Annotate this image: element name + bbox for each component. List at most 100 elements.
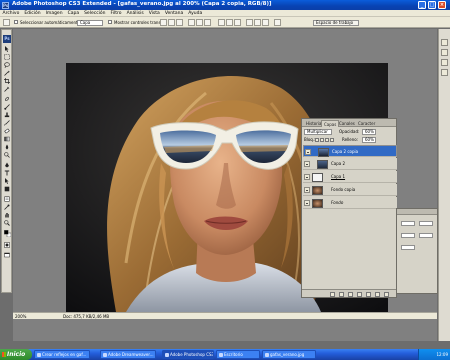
path-selection-tool-icon[interactable] (4, 178, 10, 184)
panel-field[interactable] (401, 221, 415, 226)
menu-layer[interactable]: Capa (65, 10, 82, 17)
menu-view[interactable]: Vista (146, 10, 162, 17)
visibility-eye-icon[interactable] (304, 174, 310, 180)
marquee-tool-icon[interactable] (4, 54, 10, 60)
zoom-tool-icon[interactable] (4, 220, 10, 226)
blend-mode-dropdown[interactable]: Multiplicar (304, 129, 332, 135)
new-group-icon[interactable] (366, 291, 371, 297)
layer-style-icon[interactable] (339, 291, 344, 297)
distribute-bottom-icon[interactable] (234, 19, 241, 26)
clone-stamp-tool-icon[interactable] (4, 112, 10, 118)
gradient-tool-icon[interactable] (4, 136, 10, 142)
layer-row-fondo[interactable]: Fondo (303, 197, 397, 209)
trash-icon[interactable] (384, 291, 389, 297)
panel-field[interactable] (419, 221, 433, 226)
move-tool-icon[interactable] (3, 19, 10, 26)
align-bottom-icon[interactable] (176, 19, 183, 26)
maximize-button[interactable]: □ (428, 1, 436, 9)
align-left-icon[interactable] (188, 19, 195, 26)
move-tool-icon[interactable] (4, 46, 10, 52)
layer-row-capa-1[interactable]: Capa 1 (303, 171, 397, 183)
crop-tool-icon[interactable] (4, 78, 10, 84)
quick-mask-icon[interactable] (4, 242, 10, 248)
zoom-level[interactable]: 200% (15, 314, 26, 319)
menu-file[interactable]: Archivo (0, 10, 22, 17)
pen-tool-icon[interactable] (4, 162, 10, 168)
history-brush-tool-icon[interactable] (4, 120, 10, 126)
panel-field[interactable] (401, 233, 415, 238)
menu-select[interactable]: Selección (82, 10, 108, 17)
start-button[interactable]: Inicio (0, 349, 32, 360)
shape-tool-icon[interactable] (4, 186, 10, 192)
taskbar-item[interactable]: gafas_verano.jpg (262, 350, 316, 359)
menu-help[interactable]: Ayuda (186, 10, 205, 17)
distribute-top-icon[interactable] (218, 19, 225, 26)
blur-tool-icon[interactable] (4, 144, 10, 150)
navigator-icon[interactable] (441, 39, 448, 46)
show-transform-checkbox[interactable] (108, 20, 112, 24)
tab-channels[interactable]: Canales (337, 120, 357, 127)
magic-wand-tool-icon[interactable] (4, 70, 10, 76)
visibility-eye-icon[interactable] (304, 187, 310, 193)
tab-character[interactable]: Caracter (356, 120, 377, 127)
lock-all-icon[interactable] (330, 138, 334, 142)
close-button[interactable]: × (438, 1, 446, 9)
layer-row-capa-2-copia[interactable]: Capa 2 copia (303, 145, 397, 157)
toolbox: Ps (1, 29, 12, 293)
layer-row-fondo-copia[interactable]: Fondo copia (303, 184, 397, 196)
color-panel-icon[interactable] (441, 49, 448, 56)
align-right-icon[interactable] (204, 19, 211, 26)
new-layer-icon[interactable] (375, 291, 380, 297)
distribute-middle-icon[interactable] (226, 19, 233, 26)
styles-panel-icon[interactable] (441, 69, 448, 76)
minimize-button[interactable]: _ (418, 1, 426, 9)
foreground-color-swatch[interactable] (4, 230, 11, 237)
menu-analysis[interactable]: Análisis (124, 10, 146, 17)
distribute-right-icon[interactable] (262, 19, 269, 26)
menu-image[interactable]: Imagen (43, 10, 65, 17)
notes-tool-icon[interactable] (4, 196, 10, 202)
lock-image-icon[interactable] (320, 138, 324, 142)
swatches-panel-icon[interactable] (441, 59, 448, 66)
taskbar-item[interactable]: Crear reflejos en gaf... (34, 350, 90, 359)
align-middle-icon[interactable] (168, 19, 175, 26)
adjustment-layer-icon[interactable] (357, 291, 362, 297)
eyedropper-tool-icon[interactable] (4, 86, 10, 92)
align-top-icon[interactable] (160, 19, 167, 26)
visibility-eye-icon[interactable] (304, 200, 310, 206)
eyedropper-sample-tool-icon[interactable] (4, 204, 10, 210)
auto-select-dropdown[interactable]: Capa (77, 19, 103, 26)
distribute-center-icon[interactable] (254, 19, 261, 26)
taskbar-item[interactable]: Escritorio (216, 350, 260, 359)
taskbar-item[interactable]: Adobe Dreamweaver... (100, 350, 156, 359)
hand-tool-icon[interactable] (4, 212, 10, 218)
menu-window[interactable]: Ventana (162, 10, 185, 17)
opacity-field[interactable]: 60% (362, 129, 376, 135)
lock-transparent-icon[interactable] (315, 138, 319, 142)
panel-field[interactable] (401, 245, 415, 250)
link-layers-icon[interactable] (330, 291, 335, 297)
healing-brush-tool-icon[interactable] (4, 96, 10, 102)
brush-tool-icon[interactable] (4, 104, 10, 110)
taskbar-item-active[interactable]: Adobe Photoshop CS3... (162, 350, 214, 359)
screen-mode-icon[interactable] (4, 252, 10, 258)
auto-align-icon[interactable] (274, 19, 281, 26)
align-center-icon[interactable] (196, 19, 203, 26)
dodge-tool-icon[interactable] (4, 152, 10, 158)
panel-field[interactable] (419, 233, 433, 238)
visibility-eye-icon[interactable] (304, 161, 310, 167)
auto-select-checkbox[interactable] (14, 20, 18, 24)
lock-position-icon[interactable] (325, 138, 329, 142)
workspace-dropdown[interactable]: Espacio de trabajo (313, 19, 359, 26)
visibility-eye-icon[interactable] (305, 149, 311, 155)
distribute-left-icon[interactable] (246, 19, 253, 26)
fill-field[interactable]: 60% (362, 137, 376, 143)
eraser-tool-icon[interactable] (4, 128, 10, 134)
menu-edit[interactable]: Edición (22, 10, 43, 17)
type-tool-icon[interactable] (4, 170, 10, 176)
layer-mask-icon[interactable] (348, 291, 353, 297)
lasso-tool-icon[interactable] (4, 62, 10, 68)
photoshop-app-icon: Ps (2, 1, 9, 9)
layer-row-capa-2[interactable]: Capa 2 (303, 158, 397, 170)
menu-filter[interactable]: Filtro (108, 10, 124, 17)
